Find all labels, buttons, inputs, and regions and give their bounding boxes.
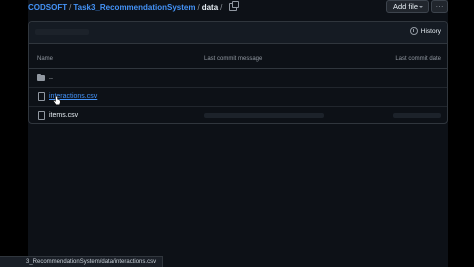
loading-placeholder bbox=[35, 29, 89, 35]
loading-placeholder bbox=[393, 113, 441, 118]
clock-icon bbox=[409, 27, 418, 35]
list-item-parent-folder[interactable]: .. bbox=[29, 68, 447, 88]
status-bar-url: 3_RecommendationSystem/data/interactions… bbox=[0, 256, 164, 267]
file-list-panel: History Name Last commit message Last co… bbox=[28, 21, 448, 124]
breadcrumb-separator: / bbox=[69, 2, 72, 12]
add-file-label: Add file bbox=[393, 2, 419, 11]
history-button[interactable]: History bbox=[409, 27, 441, 35]
status-url-text: 3_RecommendationSystem/data/interactions… bbox=[26, 259, 157, 265]
breadcrumb-separator: / bbox=[220, 2, 223, 12]
breadcrumb-separator: / bbox=[197, 2, 200, 12]
add-file-button[interactable]: Add file bbox=[386, 0, 429, 13]
folder-icon bbox=[37, 73, 45, 81]
parent-folder-link[interactable]: .. bbox=[49, 74, 53, 81]
breadcrumb: CODSOFT / Task3_RecommendationSystem / d… bbox=[28, 1, 240, 12]
breadcrumb-current-folder: data bbox=[201, 2, 219, 12]
loading-placeholder bbox=[204, 113, 324, 118]
list-item-items-csv[interactable]: items.csv bbox=[29, 106, 447, 125]
breadcrumb-owner-link[interactable]: CODSOFT bbox=[28, 3, 67, 12]
column-headers: Name Last commit message Last commit dat… bbox=[29, 51, 447, 69]
history-label: History bbox=[420, 27, 441, 35]
column-last-commit-date: Last commit date bbox=[395, 56, 441, 62]
breadcrumb-repo-link[interactable]: Task3_RecommendationSystem bbox=[73, 3, 195, 12]
file-link-items[interactable]: items.csv bbox=[49, 112, 78, 119]
latest-commit-bar: History bbox=[29, 22, 447, 44]
copy-path-icon[interactable] bbox=[229, 1, 240, 11]
more-options-button[interactable]: ··· bbox=[431, 0, 448, 13]
column-name: Name bbox=[37, 56, 54, 62]
file-icon bbox=[38, 111, 45, 120]
repo-file-browser: CODSOFT / Task3_RecommendationSystem / d… bbox=[28, 0, 448, 267]
mouse-pointer-icon bbox=[53, 95, 61, 106]
more-options-label: ··· bbox=[435, 1, 444, 11]
column-last-commit-message: Last commit message bbox=[204, 56, 263, 62]
chevron-down-icon bbox=[419, 6, 423, 8]
file-icon bbox=[38, 92, 45, 101]
list-item-interactions-csv[interactable]: interactions.csv bbox=[29, 87, 447, 107]
